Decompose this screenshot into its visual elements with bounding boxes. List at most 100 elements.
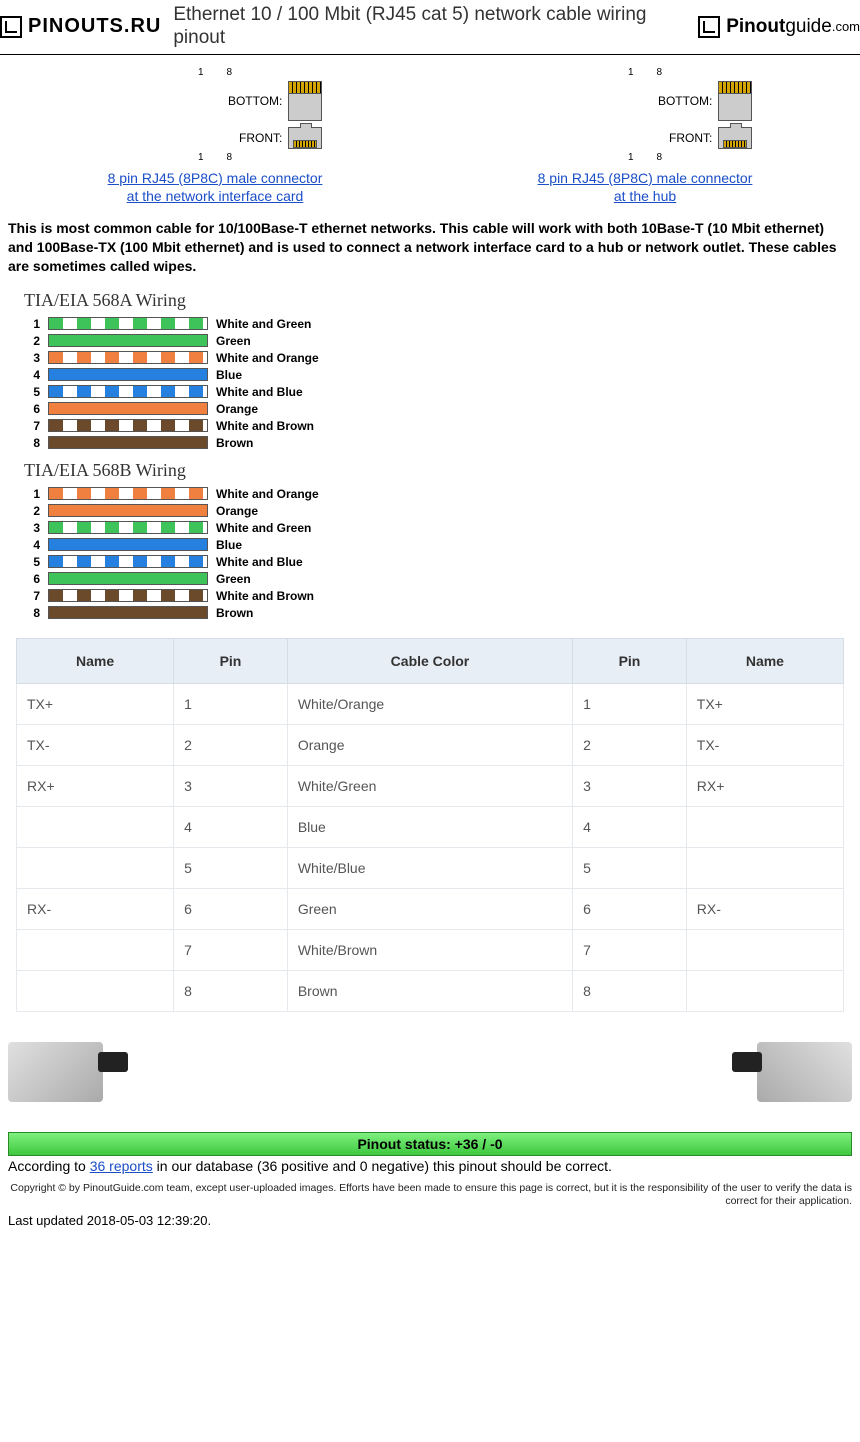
table-cell: Green — [287, 888, 572, 929]
rj45-bottom-icon — [288, 81, 322, 121]
table-cell: Orange — [287, 724, 572, 765]
pinout-status-bar: Pinout status: +36 / -0 — [8, 1132, 852, 1156]
wire-label: Orange — [216, 402, 258, 416]
table-cell — [17, 970, 174, 1011]
wire-label: White and Blue — [216, 385, 303, 399]
wire-number: 1 — [24, 487, 40, 501]
wiring-568b: TIA/EIA 568B Wiring 1White and Orange2Or… — [24, 460, 860, 620]
wire-number: 7 — [24, 419, 40, 433]
reports-link[interactable]: 36 reports — [90, 1158, 153, 1174]
pin-num-1: 1 — [198, 67, 204, 78]
table-cell — [17, 929, 174, 970]
table-row: 7White/Brown7 — [17, 929, 844, 970]
table-header: Pin — [573, 638, 687, 683]
wire-number: 7 — [24, 589, 40, 603]
table-cell: White/Orange — [287, 683, 572, 724]
table-cell — [686, 806, 843, 847]
table-row: 4Blue4 — [17, 806, 844, 847]
table-header: Name — [686, 638, 843, 683]
pin-num-8: 8 — [656, 152, 662, 163]
wire-row: 1White and Orange — [24, 487, 860, 501]
table-cell: TX- — [686, 724, 843, 765]
pin-num-1: 1 — [628, 67, 634, 78]
table-cell: White/Brown — [287, 929, 572, 970]
wire-color-bar — [48, 402, 208, 415]
wire-color-bar — [48, 351, 208, 364]
table-cell: Brown — [287, 970, 572, 1011]
wiring-a-title: TIA/EIA 568A Wiring — [24, 290, 860, 311]
wire-number: 8 — [24, 436, 40, 450]
logo-right-sub: .com — [832, 19, 860, 34]
table-body: TX+1White/Orange1TX+TX-2Orange2TX-RX+3Wh… — [17, 683, 844, 1011]
bottom-label: BOTTOM: — [228, 94, 282, 108]
wire-label: Brown — [216, 606, 253, 620]
status-prefix: According to — [8, 1158, 90, 1174]
wire-color-bar — [48, 589, 208, 602]
front-label: FRONT: — [669, 131, 712, 145]
table-cell: 8 — [573, 970, 687, 1011]
wire-row: 6Orange — [24, 402, 860, 416]
wire-row: 4Blue — [24, 538, 860, 552]
pin-num-8: 8 — [656, 67, 662, 78]
rj45-photo-right — [757, 1042, 852, 1102]
wire-number: 3 — [24, 521, 40, 535]
wire-label: Orange — [216, 504, 258, 518]
table-cell: 4 — [174, 806, 288, 847]
pin-num-8: 8 — [226, 67, 232, 78]
wire-color-bar — [48, 487, 208, 500]
table-row: TX+1White/Orange1TX+ — [17, 683, 844, 724]
wire-label: Brown — [216, 436, 253, 450]
table-row: 5White/Blue5 — [17, 847, 844, 888]
table-header: Name — [17, 638, 174, 683]
wire-number: 5 — [24, 555, 40, 569]
table-cell: 7 — [174, 929, 288, 970]
last-updated: Last updated 2018-05-03 12:39:20. — [8, 1213, 852, 1228]
link-line2: at the hub — [614, 188, 676, 204]
wire-label: Blue — [216, 368, 242, 382]
table-cell: 7 — [573, 929, 687, 970]
table-cell: 5 — [573, 847, 687, 888]
wire-label: White and Brown — [216, 419, 314, 433]
wire-color-bar — [48, 606, 208, 619]
wire-number: 8 — [24, 606, 40, 620]
wire-row: 7 White and Brown — [24, 419, 860, 433]
table-cell: RX- — [17, 888, 174, 929]
wire-color-bar — [48, 521, 208, 534]
wire-color-bar — [48, 555, 208, 568]
wire-number: 1 — [24, 317, 40, 331]
wire-row: 7 White and Brown — [24, 589, 860, 603]
logo-icon — [0, 16, 22, 38]
pinout-table: NamePinCable ColorPinName TX+1White/Oran… — [16, 638, 844, 1012]
pin-num-8: 8 — [226, 152, 232, 163]
wire-row: 3White and Green — [24, 521, 860, 535]
pin-num-1: 1 — [628, 152, 634, 163]
logo-pinouts-ru[interactable]: PINOUTS.RU — [0, 15, 161, 38]
bottom-label: BOTTOM: — [658, 94, 712, 108]
logo-right-light: guide — [785, 16, 832, 38]
connector-right-link[interactable]: 8 pin RJ45 (8P8C) male connector at the h… — [538, 169, 753, 205]
table-cell — [686, 970, 843, 1011]
table-cell: Blue — [287, 806, 572, 847]
logo-left-text: PINOUTS.RU — [28, 15, 161, 38]
link-line1: 8 pin RJ45 (8P8C) male connector — [538, 170, 753, 186]
pin-num-1: 1 — [198, 152, 204, 163]
wire-label: Blue — [216, 538, 242, 552]
table-cell: 3 — [573, 765, 687, 806]
wire-label: White and Brown — [216, 589, 314, 603]
wire-row: 5White and Blue — [24, 555, 860, 569]
table-header: Cable Color — [287, 638, 572, 683]
table-cell: White/Blue — [287, 847, 572, 888]
wire-row: 2Green — [24, 334, 860, 348]
wire-label: White and Green — [216, 317, 311, 331]
table-cell: 1 — [573, 683, 687, 724]
wire-row: 1 White and Green — [24, 317, 860, 331]
link-line1: 8 pin RJ45 (8P8C) male connector — [108, 170, 323, 186]
wire-row: 3White and Orange — [24, 351, 860, 365]
wire-number: 3 — [24, 351, 40, 365]
table-cell — [686, 847, 843, 888]
table-cell: RX+ — [686, 765, 843, 806]
connector-left-link[interactable]: 8 pin RJ45 (8P8C) male connectorat the n… — [108, 169, 323, 205]
logo-pinoutguide[interactable]: Pinoutguide.com — [698, 16, 860, 38]
table-cell: TX+ — [686, 683, 843, 724]
wire-color-bar — [48, 504, 208, 517]
